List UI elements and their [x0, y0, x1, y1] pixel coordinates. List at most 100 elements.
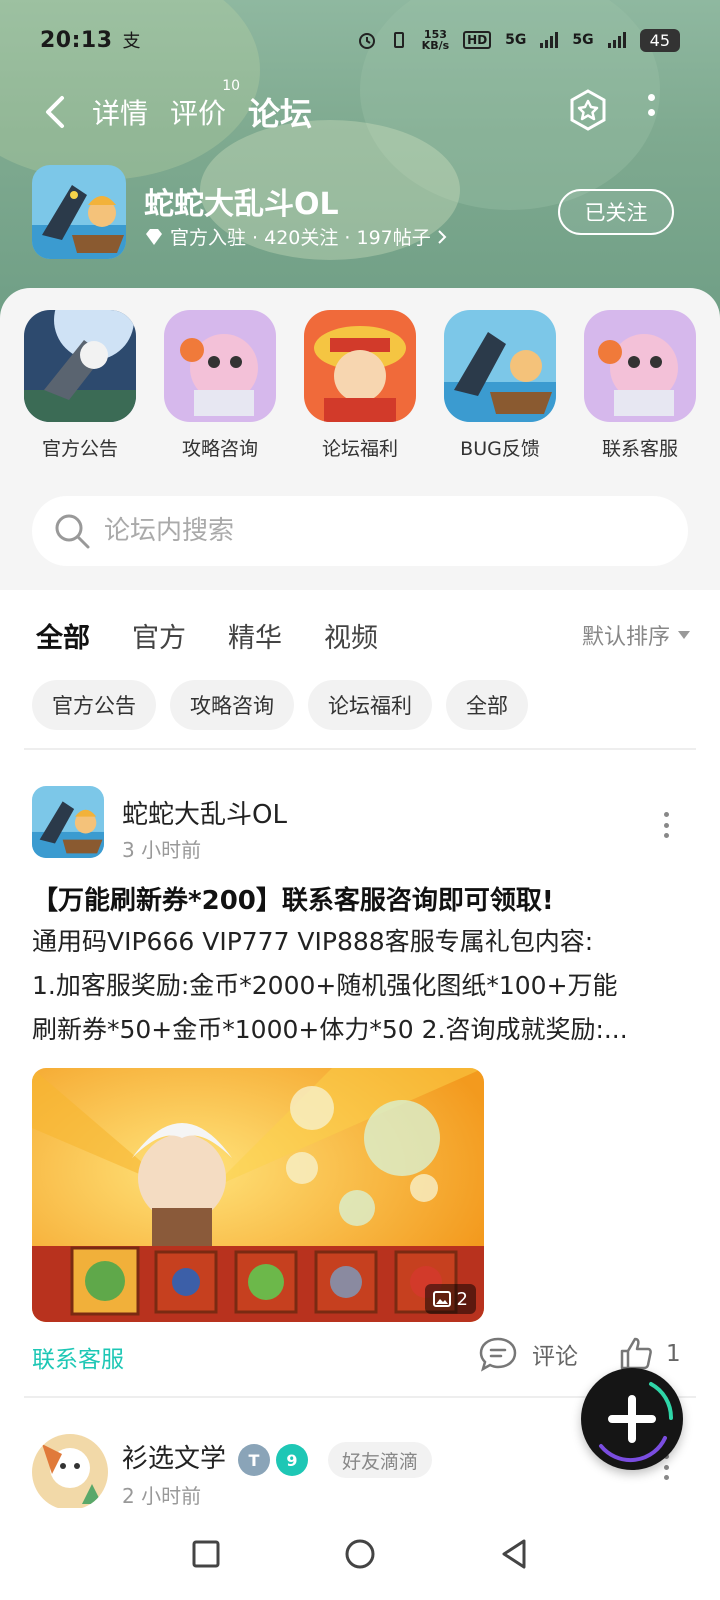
comment-icon: [479, 1337, 517, 1372]
hd-icon: HD: [463, 31, 492, 49]
shortcut-icon-announcement: [24, 310, 136, 422]
tab-reviews[interactable]: 评价 10: [170, 78, 240, 132]
alarm-icon: [358, 33, 375, 49]
game-meta[interactable]: 官方入驻 · 420关注 · 197帖子: [144, 223, 447, 250]
post-time: 2 小时前: [122, 1484, 202, 1508]
game-info: 蛇蛇大乱斗OL 官方入驻 · 420关注 · 197帖子 已关注: [32, 165, 688, 265]
system-navigation-bar: [0, 1508, 720, 1600]
shortcut-label: 联系客服: [601, 438, 678, 460]
post-body-line: 通用码VIP666 VIP777 VIP888客服专属礼包内容:: [32, 927, 594, 956]
back-arrow-icon: [46, 96, 64, 128]
shortcut-label: BUG反馈: [460, 438, 540, 460]
post-image[interactable]: 2: [32, 1068, 484, 1322]
shortcut-contact-service[interactable]: 联系客服: [570, 310, 710, 461]
tab-details[interactable]: 详情: [92, 92, 148, 132]
forum-search-bar[interactable]: [32, 496, 688, 566]
sort-label: 默认排序: [581, 625, 670, 650]
rank-badge-icon: T: [238, 1444, 270, 1476]
plus-icon: [599, 1382, 674, 1462]
filter-tab-all[interactable]: 全部: [36, 616, 90, 657]
filter-tab-video[interactable]: 视频: [324, 616, 378, 655]
shortcut-row: 官方公告 攻略咨询 论坛福利 BUG反馈 联系客服: [0, 310, 720, 461]
follow-button[interactable]: 已关注: [558, 189, 674, 235]
like-count: 1: [666, 1341, 681, 1367]
post-author[interactable]: 蛇蛇大乱斗OL: [122, 794, 287, 831]
avatar[interactable]: [32, 786, 104, 858]
star-badge-icon: [570, 89, 606, 131]
comment-button[interactable]: 评论: [478, 1336, 578, 1372]
dropdown-arrow-icon: [678, 631, 690, 639]
chip-all[interactable]: 全部: [446, 680, 528, 730]
divider: [24, 748, 696, 750]
tab-forum-label: 论坛: [248, 95, 313, 133]
reviews-count-badge: 10: [222, 78, 241, 94]
post-body-line: 刷新券*50+金币*1000+体力*50 2.咨询成就奖励:...: [32, 1015, 628, 1044]
chip-announcement[interactable]: 官方公告: [32, 680, 156, 730]
search-input[interactable]: [104, 516, 644, 546]
recent-apps-icon[interactable]: [191, 1539, 221, 1569]
shortcut-icon-strategy: [164, 310, 276, 422]
shortcut-strategy[interactable]: 攻略咨询: [150, 310, 290, 461]
signal-icon: [540, 32, 559, 48]
comment-label: 评论: [532, 1344, 578, 1370]
shortcut-label: 论坛福利: [321, 438, 398, 460]
post-body-line: 1.加客服奖励:金币*2000+随机强化图纸*100+万能: [32, 971, 618, 1000]
tab-forum[interactable]: 论坛: [246, 89, 315, 137]
network-speed: 153 KB/s: [422, 29, 449, 51]
tab-details-label: 详情: [92, 97, 149, 130]
post-body[interactable]: 通用码VIP666 VIP777 VIP888客服专属礼包内容: 1.加客服奖励…: [32, 920, 688, 1052]
search-icon: [55, 514, 90, 549]
status-bar: 20:13 支 153 KB/s HD 5G 5G 45: [0, 22, 720, 58]
network-speed-unit: KB/s: [421, 39, 450, 52]
shortcut-icon-benefits: [304, 310, 416, 422]
image-count-badge: 2: [424, 1284, 476, 1314]
avatar[interactable]: [32, 1434, 108, 1510]
filter-tab-official[interactable]: 官方: [132, 616, 186, 655]
shortcut-official-announcement[interactable]: 官方公告: [10, 310, 150, 461]
game-title: 蛇蛇大乱斗OL: [144, 187, 339, 222]
like-button[interactable]: 1: [618, 1336, 681, 1372]
post-author[interactable]: 衫选文学: [122, 1438, 226, 1475]
game-meta-text: 官方入驻 · 420关注 · 197帖子: [170, 227, 431, 249]
filter-tab-featured[interactable]: 精华: [228, 616, 282, 655]
contact-service-link[interactable]: 联系客服: [32, 1340, 124, 1374]
shortcut-forum-benefits[interactable]: 论坛福利: [290, 310, 430, 461]
post-title[interactable]: 【万能刷新券*200】联系客服咨询即可领取!: [32, 880, 554, 917]
battery-indicator: 45: [639, 28, 680, 52]
create-post-button[interactable]: [581, 1368, 683, 1470]
vibrate-icon: [393, 32, 404, 48]
diamond-icon: [146, 228, 162, 245]
game-icon[interactable]: [32, 165, 126, 259]
image-count: 2: [456, 1288, 468, 1310]
favorite-button[interactable]: [566, 88, 610, 132]
filter-tabs: 全部 官方 精华 视频 默认排序: [36, 612, 690, 658]
top-navigation: 详情 评价 10 论坛: [0, 78, 720, 140]
post-time: 3 小时前: [122, 838, 202, 862]
thumbs-up-icon: [620, 1337, 652, 1370]
sort-dropdown[interactable]: 默认排序: [582, 619, 690, 651]
image-icon: [432, 1291, 451, 1307]
user-tag: 好友滴滴: [328, 1442, 433, 1478]
level-badge: 9: [276, 1444, 308, 1476]
back-triangle-icon[interactable]: [499, 1538, 529, 1570]
network-type-2: 5G: [572, 32, 594, 48]
shortcut-label: 攻略咨询: [181, 438, 258, 460]
game-icon-art: [32, 165, 126, 259]
network-type-1: 5G: [505, 32, 527, 48]
game-header-banner: 20:13 支 153 KB/s HD 5G 5G 45 详情 评价 10 论坛: [0, 0, 720, 330]
status-time: 20:13: [40, 27, 113, 53]
chip-strategy[interactable]: 攻略咨询: [170, 680, 294, 730]
post-more-button[interactable]: [664, 812, 672, 838]
chip-benefits[interactable]: 论坛福利: [308, 680, 432, 730]
shortcut-bug-report[interactable]: BUG反馈: [430, 310, 570, 461]
back-button[interactable]: [34, 90, 78, 134]
home-icon[interactable]: [343, 1537, 377, 1571]
alipay-notification-icon: 支: [122, 31, 141, 52]
forum-panel: 官方公告 攻略咨询 论坛福利 BUG反馈 联系客服: [0, 288, 720, 590]
category-chips: 官方公告 攻略咨询 论坛福利 全部: [32, 680, 528, 730]
more-options-button[interactable]: [644, 94, 658, 130]
shortcut-label: 官方公告: [41, 438, 118, 460]
chevron-right-icon: [438, 229, 447, 244]
shortcut-icon-bug: [444, 310, 556, 422]
shortcut-icon-service: [584, 310, 696, 422]
